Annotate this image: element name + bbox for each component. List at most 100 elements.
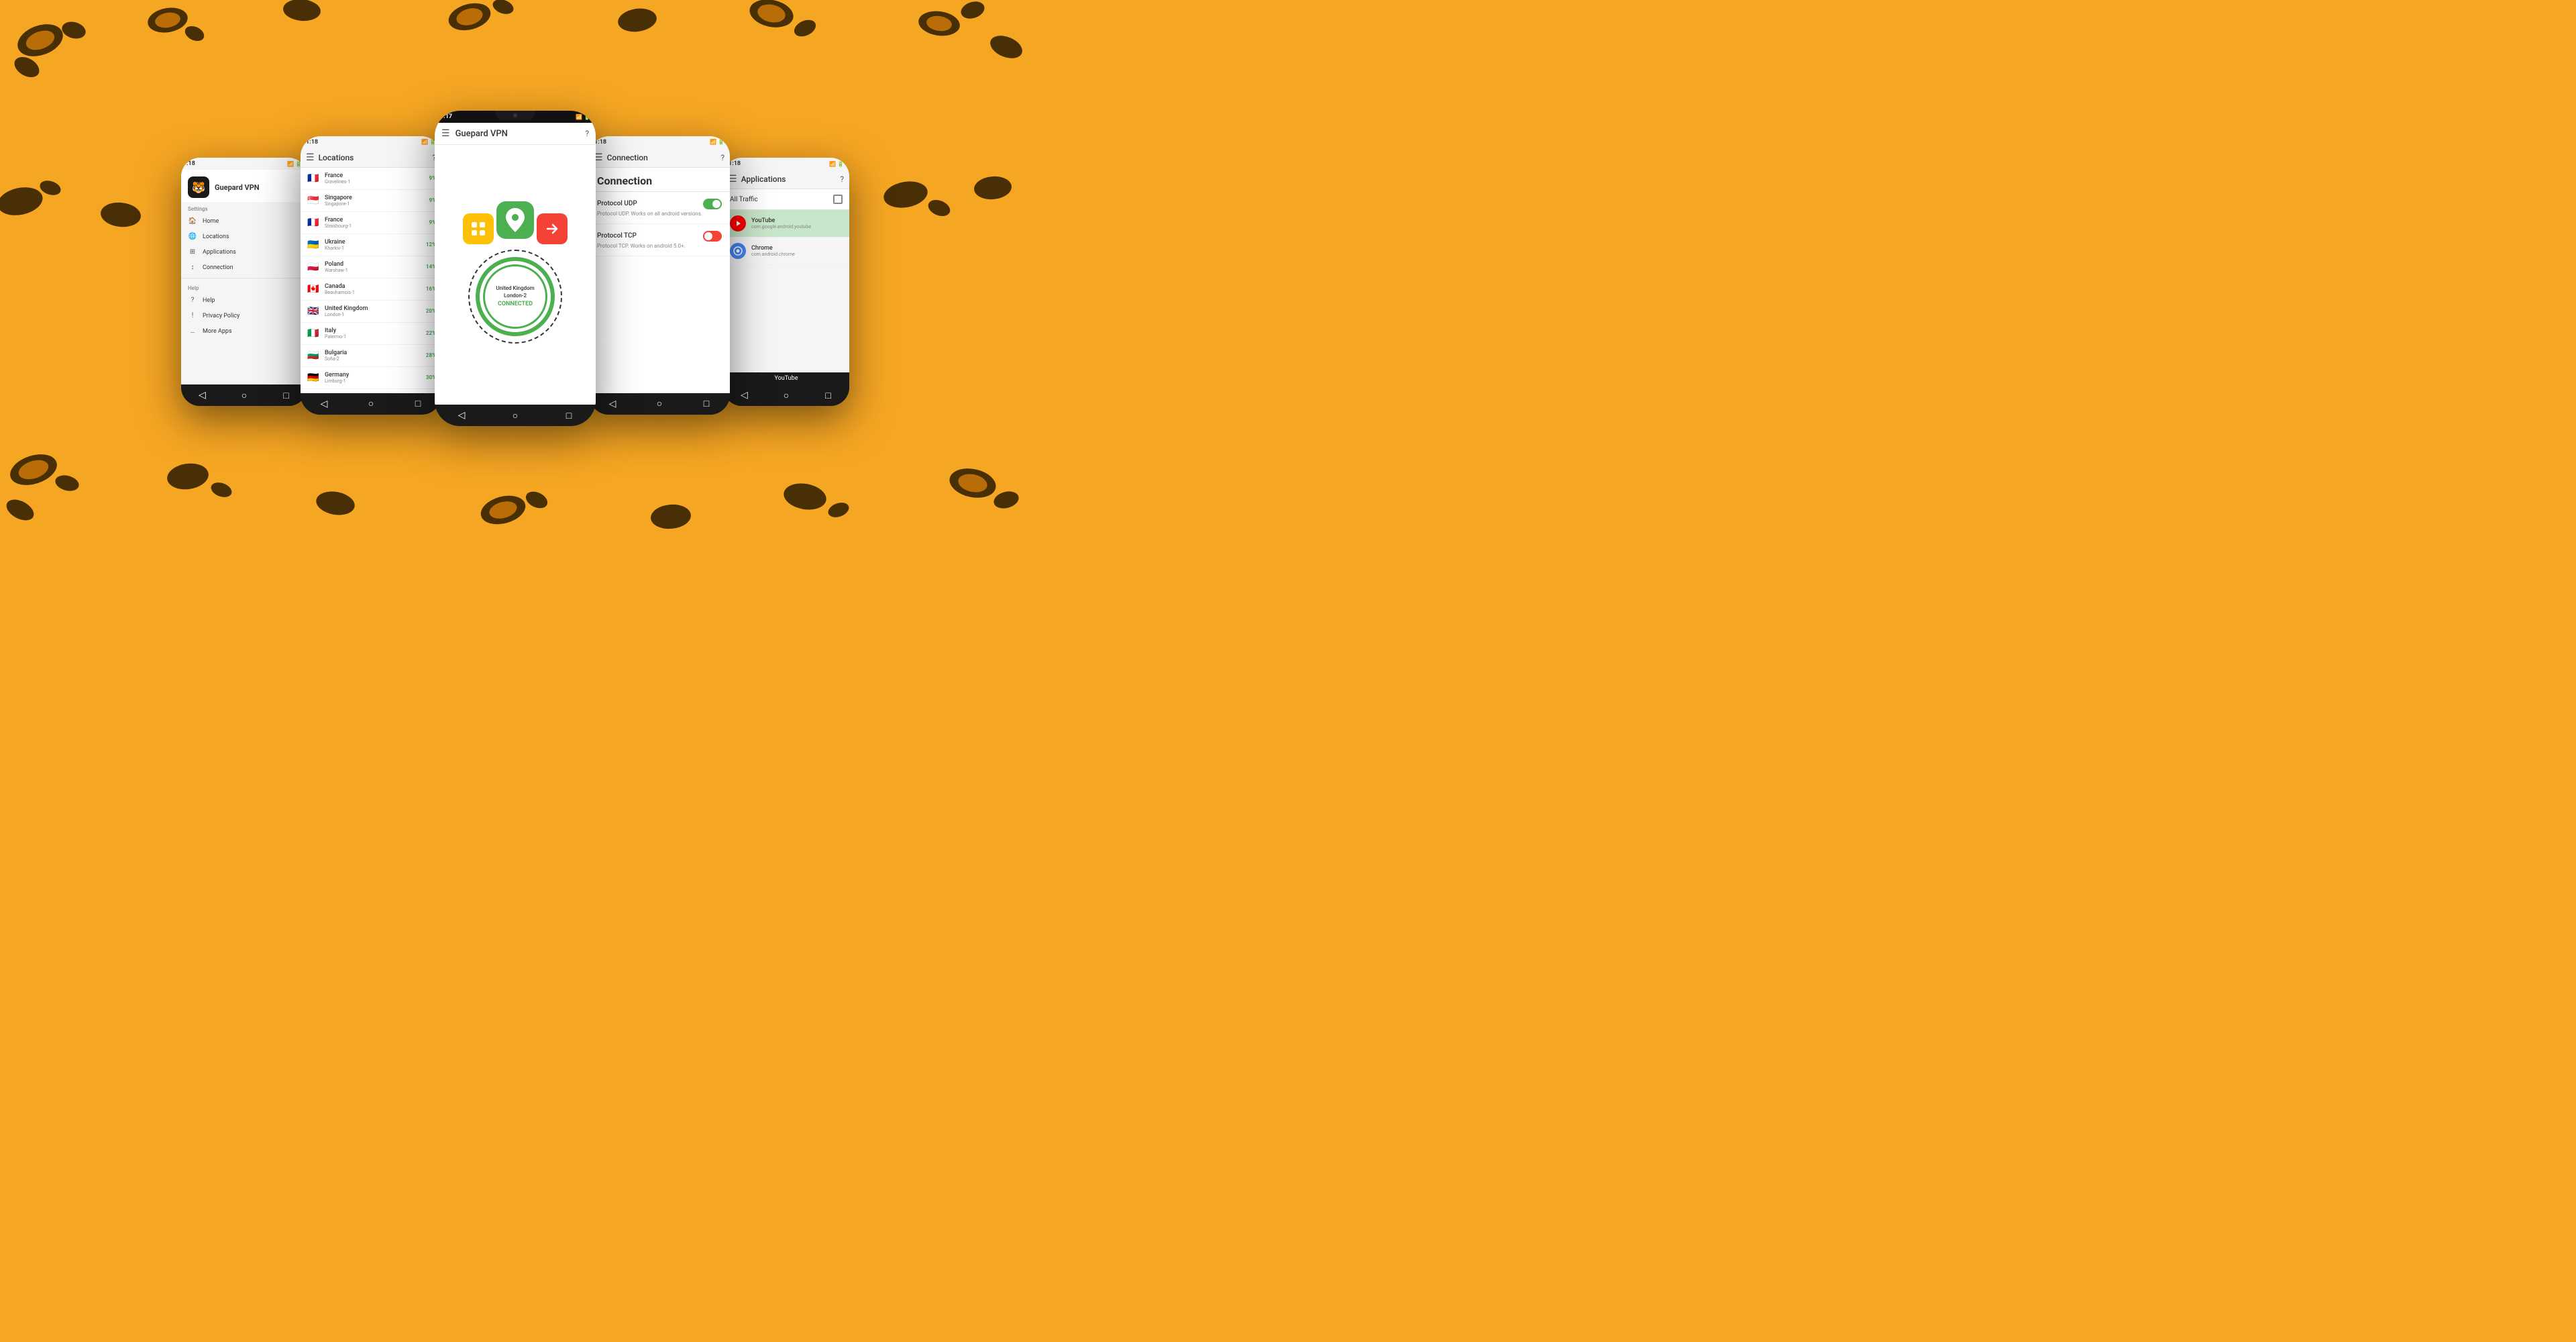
nav-bar-2: ◁ ○ □ <box>301 393 441 415</box>
home-btn-1[interactable]: ○ <box>237 389 251 402</box>
locations-title: Locations <box>319 153 429 162</box>
vpn-status: CONNECTED <box>498 301 533 307</box>
sidebar-item-more-apps[interactable]: … More Apps <box>181 323 307 339</box>
locations-label: Locations <box>203 234 229 240</box>
locations-app-bar: ☰ Locations ? <box>301 148 441 168</box>
app-list-chrome[interactable]: Chrome com.android.chrome <box>723 238 849 265</box>
applications-label: Applications <box>203 249 236 256</box>
vpn-main-content: United KingdomLondon-2 CONNECTED <box>435 145 596 405</box>
recents-btn-3[interactable]: □ <box>562 409 576 422</box>
time-2: 1:18 <box>306 139 318 146</box>
protocol-udp-toggle[interactable] <box>703 199 722 209</box>
sidebar-item-privacy[interactable]: ! Privacy Policy <box>181 308 307 323</box>
help-btn-3[interactable]: ? <box>585 129 589 138</box>
home-btn-4[interactable]: ○ <box>653 397 666 411</box>
city-name: London-1 <box>325 312 422 317</box>
location-singapore[interactable]: 🇸🇬 Singapore Singapore-1 9% <box>301 190 441 212</box>
city-name: Limburg-1 <box>325 378 422 384</box>
arrow-icon-btn[interactable] <box>537 213 568 244</box>
time-4: 1:18 <box>594 139 606 146</box>
country-name: Singapore <box>325 195 425 201</box>
phone-main-vpn: 1:17 📶 🔋 ☰ Guepard VPN ? <box>435 111 596 426</box>
location-uk[interactable]: 🇬🇧 United Kingdom London-1 20% <box>301 301 441 323</box>
connection-app-bar: ☰ Connection ? <box>589 148 730 168</box>
sidebar-item-applications[interactable]: ⊞ Applications <box>181 244 307 260</box>
back-btn-3[interactable]: ◁ <box>455 409 468 422</box>
vpn-circle-outer[interactable]: United KingdomLondon-2 CONNECTED <box>468 250 562 344</box>
app-list-youtube[interactable]: YouTube com.google.android.youtube <box>723 210 849 238</box>
sidebar-header: 🐯 Guepard VPN <box>181 170 307 202</box>
phone-notch <box>495 111 535 120</box>
vpn-circle-mid: United KingdomLondon-2 CONNECTED <box>476 257 555 336</box>
help-label: Help <box>203 297 215 304</box>
help-btn-5[interactable]: ? <box>840 174 844 184</box>
location-ukraine[interactable]: 🇺🇦 Ukraine Kharkiv-1 12% <box>301 234 441 256</box>
location-france-2[interactable]: 🇫🇷 France Strasbourg-1 9% <box>301 212 441 234</box>
locations-list: 🇫🇷 France Gravelines-1 9% 🇸🇬 Singapore S… <box>301 168 441 393</box>
status-bar-1: :18 📶 🔋 <box>181 158 307 170</box>
flag-germany: 🇩🇪 <box>306 370 321 385</box>
protocol-tcp-toggle[interactable] <box>703 231 722 242</box>
location-pin-icon[interactable] <box>496 201 534 239</box>
bottom-app-display: YouTube <box>723 372 849 384</box>
nav-bar-5: ◁ ○ □ <box>723 384 849 406</box>
country-name: United Kingdom <box>325 305 422 312</box>
more-apps-label: More Apps <box>203 328 232 335</box>
status-bar-5: 1:18 📶 🔋 <box>723 158 849 170</box>
all-traffic-label: All Traffic <box>730 196 758 203</box>
youtube-icon <box>730 215 746 231</box>
nav-bar-4: ◁ ○ □ <box>589 393 730 415</box>
phone-locations: 1:18 📶 🔋 ☰ Locations ? 🇫🇷 France Graveli… <box>301 136 441 415</box>
back-btn-1[interactable]: ◁ <box>195 389 209 402</box>
location-germany[interactable]: 🇩🇪 Germany Limburg-1 30% <box>301 367 441 389</box>
country-name: Italy <box>325 327 422 334</box>
status-icons-3: 📶 🔋 <box>576 114 590 120</box>
recents-btn-5[interactable]: □ <box>822 389 835 402</box>
home-btn-3[interactable]: ○ <box>508 409 522 422</box>
location-france-1[interactable]: 🇫🇷 France Gravelines-1 9% <box>301 168 441 190</box>
city-name: Palermo-1 <box>325 334 422 340</box>
sidebar-item-home[interactable]: 🏠 Home <box>181 213 307 229</box>
country-name: Bulgaria <box>325 350 422 356</box>
location-poland[interactable]: 🇵🇱 Poland Warshaw-1 14% <box>301 256 441 278</box>
connection-page-title: Connection <box>589 168 730 192</box>
home-btn-2[interactable]: ○ <box>364 397 378 411</box>
phones-container: :18 📶 🔋 🐯 Guepard VPN Settings 🏠 Home 🌐 … <box>0 0 1030 537</box>
apps-icon-btn[interactable] <box>463 213 494 244</box>
country-name: Ukraine <box>325 239 422 246</box>
city-name: Warshaw-1 <box>325 268 422 273</box>
location-canada[interactable]: 🇨🇦 Canada Beauharnois-1 16% <box>301 278 441 301</box>
city-name: Strasbourg-1 <box>325 223 425 229</box>
back-btn-4[interactable]: ◁ <box>606 397 619 411</box>
applications-title: Applications <box>741 174 837 184</box>
help-icon: ? <box>188 297 197 304</box>
back-btn-2[interactable]: ◁ <box>317 397 331 411</box>
location-bulgaria[interactable]: 🇧🇬 Bulgaria Sofia-2 28% <box>301 345 441 367</box>
back-btn-5[interactable]: ◁ <box>737 389 751 402</box>
connection-app-bar-title: Connection <box>607 153 717 162</box>
more-apps-icon: … <box>188 327 197 335</box>
status-icons-1: 📶 🔋 <box>287 161 302 167</box>
menu-icon-3[interactable]: ☰ <box>441 128 450 139</box>
sidebar-item-help[interactable]: ? Help <box>181 293 307 308</box>
location-italy[interactable]: 🇮🇹 Italy Palermo-1 22% <box>301 323 441 345</box>
recents-btn-1[interactable]: □ <box>280 389 293 402</box>
recents-btn-4[interactable]: □ <box>700 397 713 411</box>
help-section-label: Help <box>181 281 307 293</box>
country-name: France <box>325 172 425 179</box>
help-btn-4[interactable]: ? <box>720 153 724 162</box>
all-traffic-checkbox[interactable] <box>833 195 843 204</box>
sidebar-item-locations[interactable]: 🌐 Locations <box>181 229 307 244</box>
app-logo: 🐯 <box>188 176 209 198</box>
youtube-name: YouTube <box>751 217 843 224</box>
protocol-udp-name: Protocol UDP <box>597 200 637 207</box>
menu-icon-2[interactable]: ☰ <box>306 152 315 163</box>
city-name: Singapore-1 <box>325 201 425 207</box>
settings-section-label: Settings <box>181 202 307 213</box>
applications-app-bar: ☰ Applications ? <box>723 170 849 189</box>
sidebar-item-connection[interactable]: ↕ Connection <box>181 260 307 275</box>
recents-btn-2[interactable]: □ <box>411 397 425 411</box>
flag-canada: 🇨🇦 <box>306 282 321 297</box>
flag-bulgaria: 🇧🇬 <box>306 348 321 363</box>
home-btn-5[interactable]: ○ <box>780 389 793 402</box>
